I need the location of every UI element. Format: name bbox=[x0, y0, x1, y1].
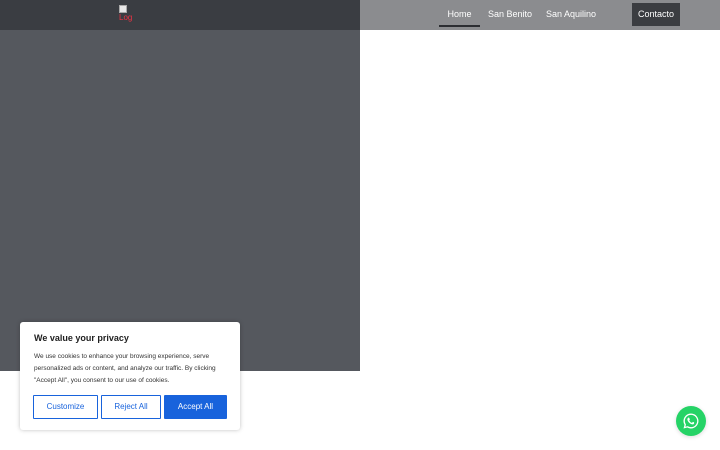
customize-button[interactable]: Customize bbox=[33, 395, 98, 419]
reject-all-button[interactable]: Reject All bbox=[101, 395, 161, 419]
accept-all-button[interactable]: Accept All bbox=[164, 395, 227, 419]
header-left bbox=[0, 0, 360, 30]
cookie-description: We use cookies to enhance your browsing … bbox=[34, 353, 216, 384]
cookie-title: We value your privacy bbox=[34, 333, 129, 343]
broken-image-icon bbox=[119, 5, 127, 13]
whatsapp-icon bbox=[683, 413, 699, 429]
hero-panel bbox=[0, 30, 360, 371]
nav-san-aquilino[interactable]: San Aquilino bbox=[542, 0, 600, 30]
contact-button[interactable]: Contacto bbox=[632, 3, 680, 26]
cookie-banner: We value your privacy We use cookies to … bbox=[20, 322, 240, 430]
logo-alt-text: Log bbox=[119, 13, 133, 22]
nav-san-benito[interactable]: San Benito bbox=[484, 0, 536, 30]
nav-active-indicator bbox=[439, 25, 480, 27]
whatsapp-button[interactable] bbox=[676, 406, 706, 436]
site-logo[interactable]: Log bbox=[119, 5, 135, 23]
